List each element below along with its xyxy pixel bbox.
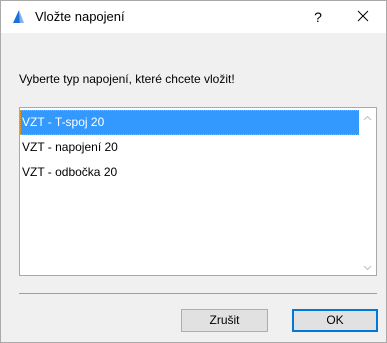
chevron-down-icon [363, 260, 372, 274]
dialog-window: Vložte napojení ? Vyberte typ napojení, … [0, 0, 387, 343]
vertical-scrollbar[interactable] [359, 108, 376, 275]
scroll-up-button[interactable] [359, 108, 376, 125]
instruction-label: Vyberte typ napojení, které chcete vloži… [19, 72, 235, 86]
window-title: Vložte napojení [35, 9, 125, 24]
chevron-up-icon [363, 110, 372, 124]
list-item[interactable]: VZT - odbočka 20 [20, 160, 360, 185]
scroll-down-button[interactable] [359, 258, 376, 275]
app-icon [11, 9, 26, 24]
list-item[interactable]: VZT - T-spoj 20 [20, 110, 360, 135]
close-icon [357, 10, 369, 25]
title-bar[interactable]: Vložte napojení ? [1, 1, 386, 33]
ok-button[interactable]: OK [292, 309, 378, 332]
list-item[interactable]: VZT - napojení 20 [20, 135, 360, 160]
divider [19, 293, 377, 294]
cancel-button[interactable]: Zrušit [181, 309, 268, 332]
close-button[interactable] [340, 1, 386, 33]
help-button[interactable]: ? [295, 1, 341, 33]
connection-type-list[interactable]: VZT - T-spoj 20 VZT - napojení 20 VZT - … [19, 107, 377, 276]
